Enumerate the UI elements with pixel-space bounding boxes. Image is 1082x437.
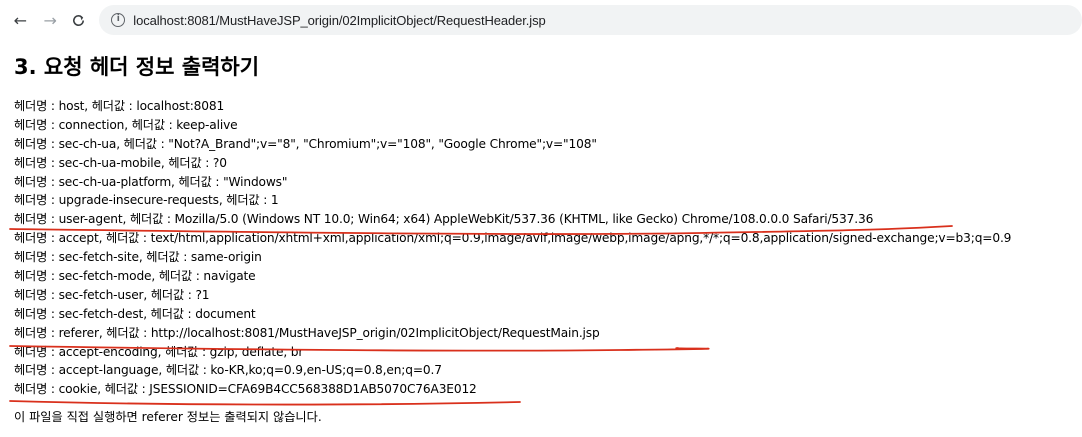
address-bar[interactable]: i localhost:8081/MustHaveJSP_origin/02Im… bbox=[99, 5, 1082, 35]
header-row-host: 헤더명 : host, 헤더값 : localhost:8081 bbox=[14, 99, 225, 113]
header-row-sec-ch-ua-mobile: 헤더명 : sec-ch-ua-mobile, 헤더값 : ?0 bbox=[14, 155, 227, 170]
header-row-sec-fetch-site: 헤더명 : sec-fetch-site, 헤더값 : same-origin bbox=[14, 250, 262, 265]
header-row-sec-fetch-mode: 헤더명 : sec-fetch-mode, 헤더값 : navigate bbox=[14, 269, 256, 284]
header-row-accept: 헤더명 : accept, 헤더값 : text/html,applicatio… bbox=[14, 231, 1012, 246]
header-row-sec-fetch-dest: 헤더명 : sec-fetch-dest, 헤더값 : document bbox=[14, 306, 256, 321]
header-list: 헤더명 : host, 헤더값 : localhost:8081 헤더명 : c… bbox=[14, 97, 1082, 399]
header-row-cookie: 헤더명 : cookie, 헤더값 : JSESSIONID=CFA69B4CC… bbox=[14, 382, 477, 397]
header-row-accept-encoding: 헤더명 : accept-encoding, 헤더값 : gzip, defla… bbox=[14, 344, 304, 359]
footer-note: 이 파일을 직접 실행하면 referer 정보는 출력되지 않습니다. bbox=[14, 410, 322, 425]
header-row-referer: 헤더명 : referer, 헤더값 : http://localhost:80… bbox=[14, 325, 600, 340]
reload-arrow-icon bbox=[73, 14, 85, 26]
reload-icon[interactable] bbox=[69, 9, 90, 31]
url-text[interactable]: localhost:8081/MustHaveJSP_origin/02Impl… bbox=[133, 13, 545, 28]
header-row-sec-ch-ua-platform: 헤더명 : sec-ch-ua-platform, 헤더값 : "Windows… bbox=[14, 174, 288, 189]
header-row-connection: 헤더명 : connection, 헤더값 : keep-alive bbox=[14, 117, 238, 132]
header-row-sec-ch-ua: 헤더명 : sec-ch-ua, 헤더값 : "Not?A_Brand";v="… bbox=[14, 136, 597, 151]
header-row-sec-fetch-user: 헤더명 : sec-fetch-user, 헤더값 : ?1 bbox=[14, 287, 210, 302]
back-arrow-icon[interactable]: ← bbox=[10, 9, 31, 31]
forward-arrow-icon[interactable]: → bbox=[40, 9, 61, 31]
browser-toolbar: ← → i localhost:8081/MustHaveJSP_origin/… bbox=[0, 0, 1082, 40]
header-row-user-agent: 헤더명 : user-agent, 헤더값 : Mozilla/5.0 (Win… bbox=[14, 212, 874, 227]
page-title: 3. 요청 헤더 정보 출력하기 bbox=[14, 55, 260, 79]
header-row-accept-language: 헤더명 : accept-language, 헤더값 : ko-KR,ko;q=… bbox=[14, 363, 442, 378]
page-content: 3. 요청 헤더 정보 출력하기 헤더명 : host, 헤더값 : local… bbox=[14, 52, 1082, 426]
site-info-icon[interactable]: i bbox=[111, 13, 126, 27]
header-row-upgrade-insecure-requests: 헤더명 : upgrade-insecure-requests, 헤더값 : 1 bbox=[14, 193, 279, 208]
